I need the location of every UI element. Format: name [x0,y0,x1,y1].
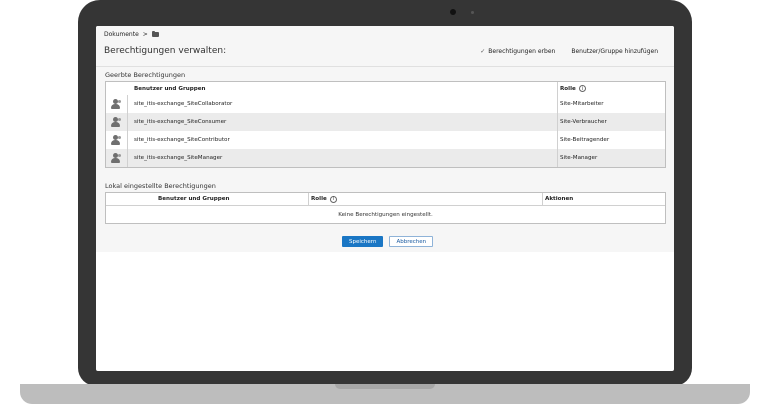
header-actions: ✓ Berechtigungen erben Benutzer/Gruppe hi… [480,48,658,55]
check-icon: ✓ [480,48,486,55]
add-user-group-button[interactable]: Benutzer/Gruppe hinzufügen [571,48,658,55]
camera-icon [450,9,456,15]
group-role: Site-Mitarbeiter [557,95,665,113]
group-role: Site-Beitragender [557,131,665,149]
group-name: site_itis-exchange_SiteManager [134,155,223,161]
group-icon [110,116,123,128]
column-role: Rolle i [557,82,665,95]
group-icon [110,134,123,146]
local-permissions-label: Lokal eingestellte Berechtigungen [105,182,216,190]
breadcrumb: Dokumente > [104,30,159,38]
screen: Dokumente > Berechtigungen verwalten: ✓ B… [96,26,674,371]
table-row: site_itis-exchange_SiteConsumer Site-Ver… [106,113,665,131]
permissions-page: Dokumente > Berechtigungen verwalten: ✓ B… [96,26,674,252]
page-title: Berechtigungen verwalten: [104,46,227,56]
folder-icon[interactable] [151,30,159,37]
inherited-permissions-label: Geerbte Berechtigungen [105,71,186,79]
inherit-permissions-label: Berechtigungen erben [488,48,556,55]
group-role: Site-Verbraucher [557,113,665,131]
local-permissions-table: Benutzer und Gruppen Rolle i Aktionen Ke… [105,192,666,224]
table-row: site_itis-exchange_SiteContributor Site-… [106,131,665,149]
empty-message: Keine Berechtigungen eingestellt. [106,205,665,223]
column-actions: Aktionen [542,193,665,205]
table-header: Benutzer und Gruppen Rolle i Aktionen [106,193,665,205]
column-users: Benutzer und Gruppen [134,85,206,92]
sensor-icon [471,11,474,14]
group-name: site_itis-exchange_SiteConsumer [134,119,227,125]
info-icon[interactable]: i [578,85,586,92]
inherit-permissions-button[interactable]: ✓ Berechtigungen erben [480,48,555,55]
group-role: Site-Manager [557,149,665,167]
save-button[interactable]: Speichern [342,236,384,247]
column-users: Benutzer und Gruppen [158,196,230,202]
info-icon[interactable]: i [329,195,337,203]
group-icon [110,98,123,110]
column-role-label: Rolle [560,85,576,92]
table-header: Benutzer und Gruppen Rolle i [106,82,665,95]
breadcrumb-separator: > [142,31,148,38]
breadcrumb-root-link[interactable]: Dokumente [104,31,139,38]
group-name: site_itis-exchange_SiteContributor [134,137,230,143]
table-row: site_itis-exchange_SiteManager Site-Mana… [106,149,665,167]
laptop-notch [335,384,435,389]
header-divider [96,66,674,67]
table-row: site_itis-exchange_SiteCollaborator Site… [106,95,665,113]
column-role: Rolle i [308,193,542,205]
column-role-label: Rolle [311,196,327,202]
inherited-permissions-table: Benutzer und Gruppen Rolle i site_itis-e… [105,81,666,168]
group-name: site_itis-exchange_SiteCollaborator [134,101,233,107]
cancel-button[interactable]: Abbrechen [389,236,434,247]
group-icon [110,152,123,164]
form-buttons: Speichern Abbrechen [342,236,434,247]
